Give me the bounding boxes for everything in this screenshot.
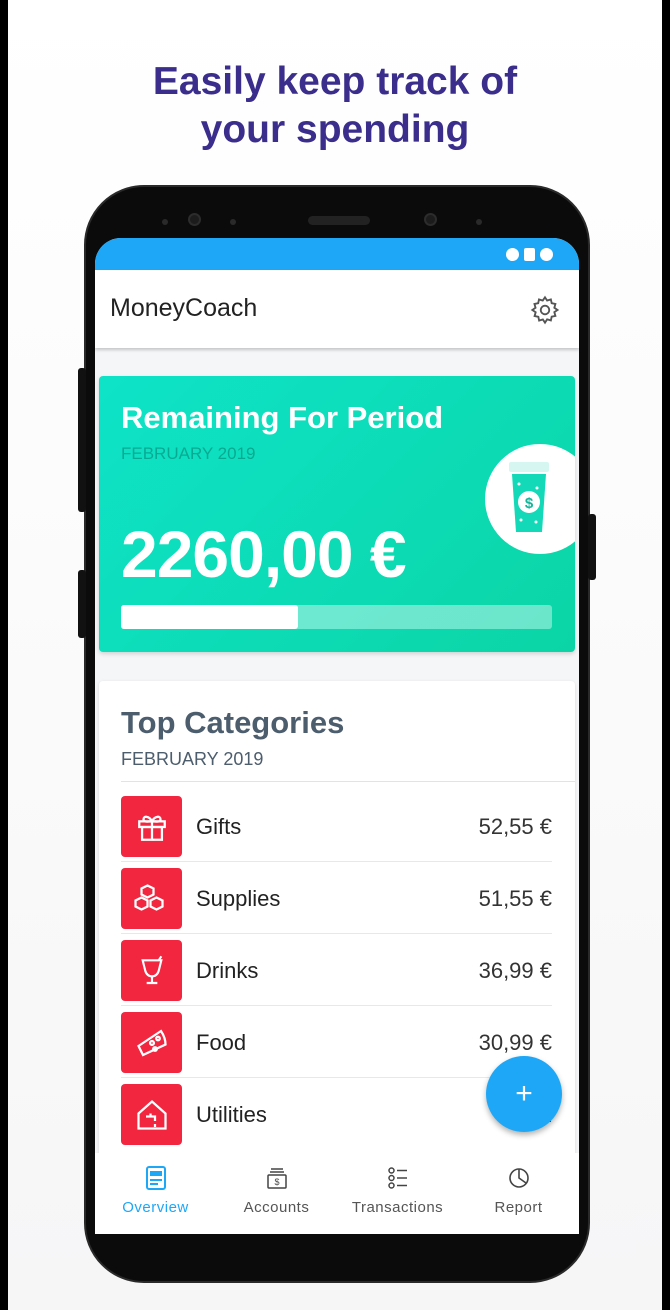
remaining-amount: 2260,00 € [121,517,407,591]
category-row-food[interactable]: Food 30,99 € [121,1006,552,1078]
headline-line-2: your spending [200,108,470,151]
app-title: MoneyCoach [110,294,258,322]
list-icon [387,1167,407,1189]
boxes-icon [121,868,182,929]
svg-text:$: $ [525,495,534,512]
remaining-title: Remaining For Period [121,400,444,435]
nav-label: Accounts [243,1199,310,1216]
front-camera [188,213,201,226]
nav-label: Transactions [351,1199,444,1216]
category-row-gifts[interactable]: Gifts 52,55 € [121,790,552,862]
status-dot-icon [540,248,553,261]
pie-chart-icon [508,1168,529,1188]
category-name: Gifts [196,814,242,839]
category-name: Utilities [196,1102,267,1127]
svg-text:$: $ [274,1177,279,1187]
sensor-dot [162,219,168,225]
nav-accounts[interactable]: $ Accounts [216,1153,337,1234]
iris-sensor [424,213,437,226]
category-amount: 52,55 € [478,814,552,839]
nav-label: Report [494,1199,543,1216]
sensor-dot [476,219,482,225]
wallet-icon: $ [266,1168,287,1189]
category-row-supplies[interactable]: Supplies 51,55 € [121,862,552,934]
category-amount: 36,99 € [478,958,552,983]
category-name: Drinks [196,958,259,983]
category-name: Supplies [196,886,281,911]
nav-overview[interactable]: Overview [95,1153,216,1234]
app-bar: MoneyCoach [95,270,579,348]
coffee-cup-dollar-icon: $ [485,444,575,554]
pizza-icon [121,1012,182,1073]
power-button [588,514,596,580]
sensor-dot [230,219,236,225]
status-bar [95,238,579,270]
category-name: Food [196,1030,247,1055]
category-amount: 30,99 € [478,1030,552,1055]
earpiece-speaker [308,216,370,225]
promo-headline: Easily keep track of your spending [0,58,670,154]
house-faucet-icon [121,1084,182,1145]
battery-icon [524,248,535,261]
status-dot-icon [506,248,519,261]
phone-screen: MoneyCoach Remaining For Period FEBRUARY… [95,238,579,1234]
remaining-period: FEBRUARY 2019 [121,444,256,463]
nav-transactions[interactable]: Transactions [337,1153,458,1234]
overview-icon [145,1166,166,1190]
nav-report[interactable]: Report [458,1153,579,1234]
status-icons [506,248,553,261]
category-row-drinks[interactable]: Drinks 36,99 € [121,934,552,1006]
bixby-button [78,368,86,512]
nav-label: Overview [122,1199,189,1216]
remaining-card[interactable]: Remaining For Period FEBRUARY 2019 2260,… [99,376,575,652]
gear-icon[interactable] [529,294,561,326]
categories-period: FEBRUARY 2019 [121,749,264,769]
categories-title: Top Categories [121,705,345,740]
budget-progress-track [121,605,552,629]
divider [121,781,575,782]
category-amount: 51,55 € [478,886,552,911]
volume-button [78,570,86,638]
add-transaction-button[interactable]: + [486,1056,562,1132]
bottom-navigation: Overview $ Accounts Transactions Report [95,1153,579,1234]
cocktail-glass-icon [121,940,182,1001]
budget-progress-fill [121,605,298,629]
headline-line-1: Easily keep track of [152,60,518,103]
gift-icon [121,796,182,857]
